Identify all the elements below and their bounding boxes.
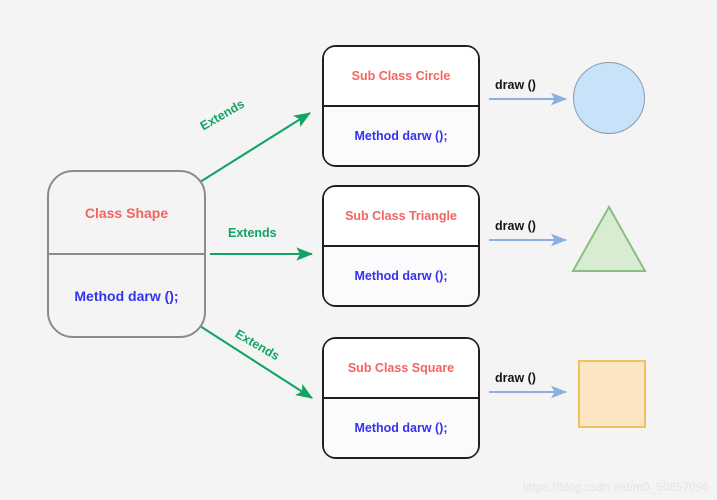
subclass-triangle-name-compartment: Sub Class Triangle: [324, 187, 478, 247]
superclass-method-compartment: Method darw ();: [49, 255, 204, 336]
draw-label-triangle: draw (): [495, 219, 536, 233]
superclass-name: Class Shape: [84, 204, 169, 221]
subclass-circle-method: Method darw ();: [354, 129, 448, 143]
circle-shape-icon: [573, 62, 645, 134]
subclass-square-name-compartment: Sub Class Square: [324, 339, 478, 399]
triangle-svg: [571, 204, 647, 272]
superclass-box-shape[interactable]: Class Shape Method darw ();: [47, 170, 206, 338]
subclass-triangle-method: Method darw ();: [354, 269, 448, 283]
subclass-circle-name: Sub Class Circle: [351, 69, 451, 83]
watermark-text: https://blog.csdn.net/m0_50857096: [522, 482, 709, 494]
square-shape-icon: [578, 360, 646, 428]
subclass-box-triangle[interactable]: Sub Class Triangle Method darw ();: [322, 185, 480, 307]
draw-label-circle: draw (): [495, 78, 536, 92]
draw-label-square: draw (): [495, 371, 536, 385]
subclass-box-circle[interactable]: Sub Class Circle Method darw ();: [322, 45, 480, 167]
class-diagram-canvas: Class Shape Method darw (); Sub Class Ci…: [0, 0, 717, 500]
extends-label-triangle: Extends: [228, 226, 277, 240]
subclass-triangle-method-compartment: Method darw ();: [324, 247, 478, 305]
subclass-square-method: Method darw ();: [354, 421, 448, 435]
subclass-circle-name-compartment: Sub Class Circle: [324, 47, 478, 107]
superclass-method: Method darw ();: [74, 287, 179, 304]
superclass-name-compartment: Class Shape: [49, 172, 204, 255]
triangle-shape-icon: [570, 204, 648, 274]
subclass-triangle-name: Sub Class Triangle: [345, 209, 457, 223]
subclass-square-method-compartment: Method darw ();: [324, 399, 478, 457]
subclass-box-square[interactable]: Sub Class Square Method darw ();: [322, 337, 480, 459]
subclass-circle-method-compartment: Method darw ();: [324, 107, 478, 165]
subclass-square-name: Sub Class Square: [347, 361, 455, 375]
